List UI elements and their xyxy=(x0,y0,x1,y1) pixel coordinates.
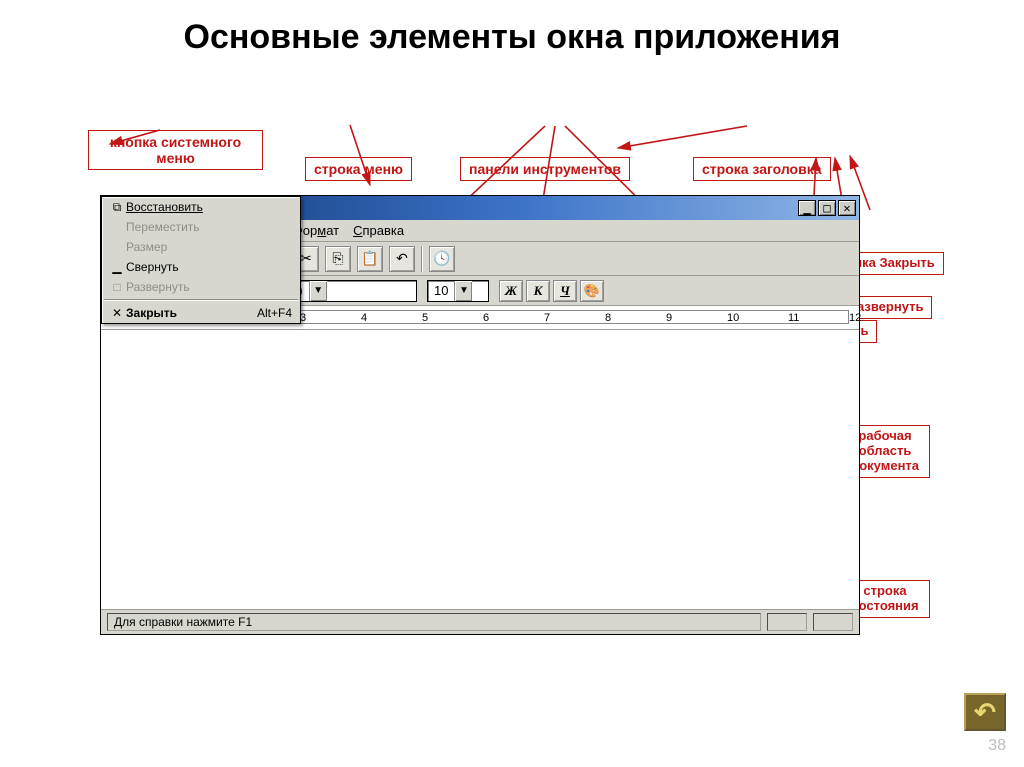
app-window: ⧉ Восстановить Переместить Размер ▁ Свер… xyxy=(100,195,860,635)
sysmenu-size: Размер xyxy=(102,237,300,257)
chevron-down-icon: ▼ xyxy=(309,281,327,301)
slide-number: 38 xyxy=(988,737,1006,755)
underline-button[interactable]: Ч xyxy=(553,280,577,302)
menu-help[interactable]: Справка xyxy=(353,223,404,238)
maximize-button[interactable]: □ xyxy=(818,200,836,216)
sysmenu-close[interactable]: ✕ Закрыть Alt+F4 xyxy=(102,303,300,323)
status-text: Для справки нажмите F1 xyxy=(107,613,761,631)
copy-button[interactable]: ⎘ xyxy=(325,246,351,272)
sysmenu-move: Переместить xyxy=(102,217,300,237)
chevron-down-icon: ▼ xyxy=(454,281,472,301)
undo-button[interactable]: ↶ xyxy=(389,246,415,272)
font-color-button[interactable]: 🎨 xyxy=(580,280,604,302)
label-title-bar: строка заголовка xyxy=(693,157,831,181)
paste-button[interactable]: 📋 xyxy=(357,246,383,272)
label-menu-bar: строка меню xyxy=(305,157,412,181)
slide-back-button[interactable]: ↶ xyxy=(964,693,1006,731)
italic-button[interactable]: К xyxy=(526,280,550,302)
maximize-icon: □ xyxy=(108,280,126,294)
status-well-2 xyxy=(813,613,853,631)
label-toolbars: панели инструментов xyxy=(460,157,630,181)
bold-button[interactable]: Ж xyxy=(499,280,523,302)
system-menu: ⧉ Восстановить Переместить Размер ▁ Свер… xyxy=(101,196,301,324)
minimize-icon: ▁ xyxy=(108,260,126,274)
status-well-1 xyxy=(767,613,807,631)
close-button[interactable]: ✕ xyxy=(838,200,856,216)
document-area[interactable] xyxy=(101,330,859,610)
u-turn-icon: ↶ xyxy=(974,697,996,728)
font-size-combo[interactable]: 10 ▼ xyxy=(427,280,489,302)
slide-title: Основные элементы окна приложения xyxy=(0,0,1024,67)
font-size-value: 10 xyxy=(428,283,454,298)
restore-icon: ⧉ xyxy=(108,200,126,215)
label-system-menu-button: кнопка системного меню xyxy=(88,130,263,170)
sysmenu-restore[interactable]: ⧉ Восстановить xyxy=(102,197,300,217)
minimize-button[interactable]: ▁ xyxy=(798,200,816,216)
close-icon: ✕ xyxy=(108,306,126,320)
status-bar: Для справки нажмите F1 xyxy=(101,610,859,634)
sysmenu-maximize: □ Развернуть xyxy=(102,277,300,297)
sysmenu-minimize[interactable]: ▁ Свернуть xyxy=(102,257,300,277)
datetime-button[interactable]: 🕓 xyxy=(429,246,455,272)
